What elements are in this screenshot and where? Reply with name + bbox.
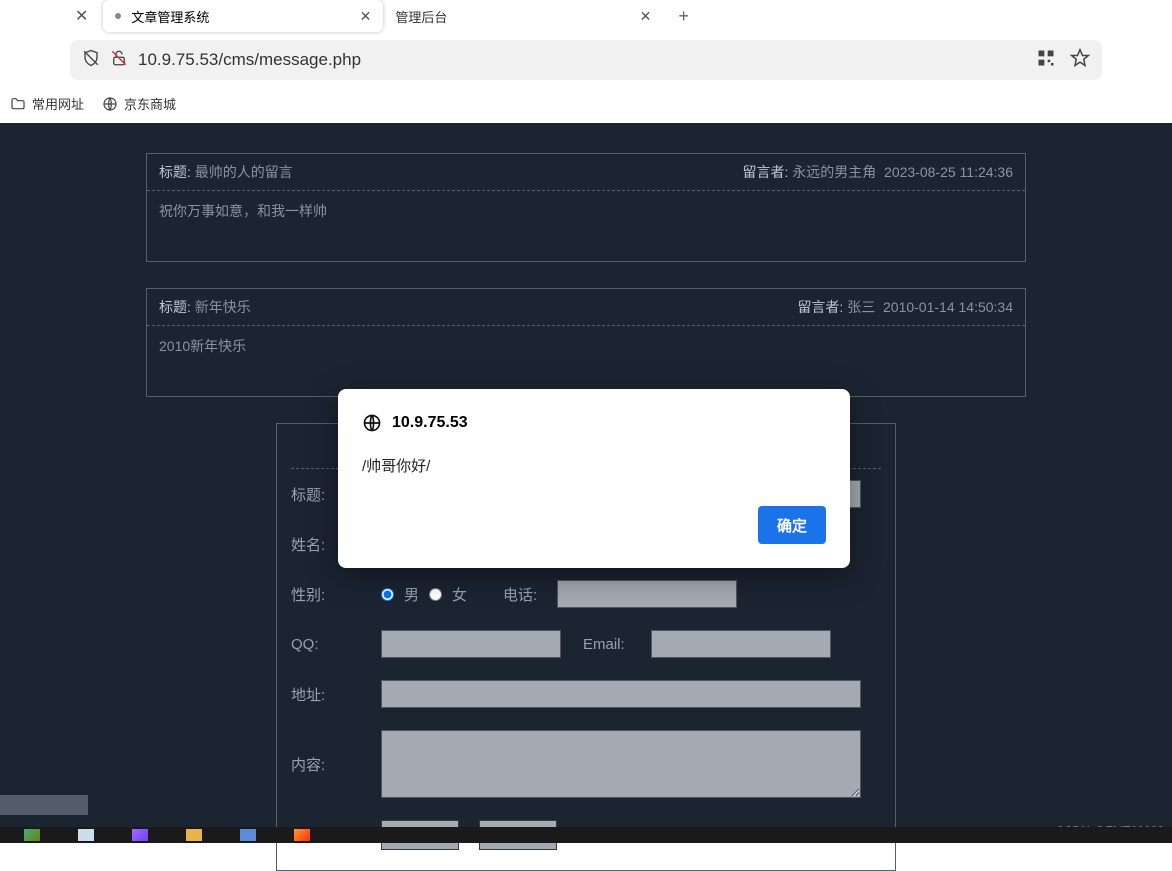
- tab-title: 文章管理系统: [131, 7, 209, 26]
- taskbar-app-icon[interactable]: [132, 829, 148, 841]
- selection-highlight: [0, 795, 88, 815]
- tab-bar: ✕ 文章管理系统 ✕ 管理后台 ✕ +: [0, 0, 1172, 32]
- alert-ok-button[interactable]: 确定: [758, 506, 826, 544]
- label-content: 内容:: [291, 754, 381, 775]
- gender-female-radio[interactable]: [429, 588, 442, 601]
- taskbar-app-icon[interactable]: [240, 829, 256, 841]
- browser-chrome: ✕ 文章管理系统 ✕ 管理后台 ✕ + 10.9.75.53/cms/messa…: [0, 0, 1172, 123]
- msg-body: 2010新年快乐: [147, 326, 1025, 396]
- message-card: 标题: 最帅的人的留言 留言者: 永远的男主角 2023-08-25 11:24…: [146, 153, 1026, 262]
- label-qq: QQ:: [291, 636, 381, 653]
- qr-code-icon[interactable]: [1036, 48, 1056, 73]
- url-bar-row: 10.9.75.53/cms/message.php: [0, 32, 1172, 88]
- page-content: 标题: 最帅的人的留言 留言者: 永远的男主角 2023-08-25 11:24…: [0, 123, 1172, 843]
- bookmark-jd[interactable]: 京东商城: [102, 94, 176, 113]
- close-prev-icon[interactable]: ✕: [60, 6, 103, 26]
- globe-icon: [362, 413, 382, 433]
- alert-host: 10.9.75.53: [392, 414, 468, 432]
- email-input[interactable]: [651, 630, 831, 658]
- gender-female-label: 女: [452, 584, 467, 605]
- label-address: 地址:: [291, 684, 381, 705]
- author-label: 留言者:: [742, 164, 788, 180]
- taskbar: [0, 827, 1172, 843]
- new-tab-button[interactable]: +: [663, 6, 704, 27]
- tab-article-system[interactable]: 文章管理系统 ✕: [103, 0, 383, 32]
- author-label: 留言者:: [797, 299, 843, 315]
- msg-author: 张三: [847, 299, 875, 315]
- content-textarea[interactable]: [381, 730, 861, 798]
- taskbar-app-icon[interactable]: [186, 829, 202, 841]
- shield-off-icon[interactable]: [82, 49, 100, 72]
- label-email: Email:: [561, 636, 651, 653]
- msg-title: 新年快乐: [195, 299, 251, 315]
- close-tab-icon[interactable]: ✕: [360, 8, 372, 25]
- taskbar-app-icon[interactable]: [78, 829, 94, 841]
- label-phone: 电话:: [467, 584, 557, 605]
- lock-off-icon[interactable]: [110, 49, 128, 72]
- bookmark-label: 京东商城: [124, 94, 176, 113]
- url-text[interactable]: 10.9.75.53/cms/message.php: [138, 50, 1026, 70]
- msg-author: 永远的男主角: [792, 164, 876, 180]
- msg-body: 祝你万事如意，和我一样帅: [147, 191, 1025, 261]
- taskbar-app-icon[interactable]: [24, 829, 40, 841]
- msg-datetime: 2023-08-25 11:24:36: [884, 164, 1013, 180]
- bookmarks-bar: 常用网址 京东商城: [0, 88, 1172, 123]
- favicon-placeholder-icon: [115, 13, 121, 19]
- title-label: 标题:: [159, 164, 191, 180]
- star-icon[interactable]: [1070, 48, 1090, 73]
- alert-dialog: 10.9.75.53 /帅哥你好/ 确定: [338, 389, 850, 568]
- taskbar-app-icon[interactable]: [294, 829, 310, 841]
- title-label: 标题:: [159, 299, 191, 315]
- bookmark-label: 常用网址: [32, 94, 84, 113]
- globe-icon: [102, 96, 118, 112]
- tab-admin-backend[interactable]: 管理后台 ✕: [383, 0, 663, 32]
- address-input[interactable]: [381, 680, 861, 708]
- label-gender: 性别:: [291, 584, 381, 605]
- gender-male-radio[interactable]: [381, 588, 394, 601]
- msg-title: 最帅的人的留言: [195, 164, 293, 180]
- msg-datetime: 2010-01-14 14:50:34: [883, 299, 1013, 315]
- message-list: 标题: 最帅的人的留言 留言者: 永远的男主角 2023-08-25 11:24…: [146, 153, 1026, 397]
- folder-icon: [10, 96, 26, 112]
- gender-male-label: 男: [404, 584, 419, 605]
- qq-input[interactable]: [381, 630, 561, 658]
- close-tab-icon[interactable]: ✕: [640, 8, 652, 25]
- message-card: 标题: 新年快乐 留言者: 张三 2010-01-14 14:50:34 201…: [146, 288, 1026, 397]
- tab-title: 管理后台: [395, 7, 447, 26]
- bookmark-frequent[interactable]: 常用网址: [10, 94, 84, 113]
- alert-message: /帅哥你好/: [362, 433, 826, 506]
- phone-input[interactable]: [557, 580, 737, 608]
- url-bar[interactable]: 10.9.75.53/cms/message.php: [70, 40, 1102, 80]
